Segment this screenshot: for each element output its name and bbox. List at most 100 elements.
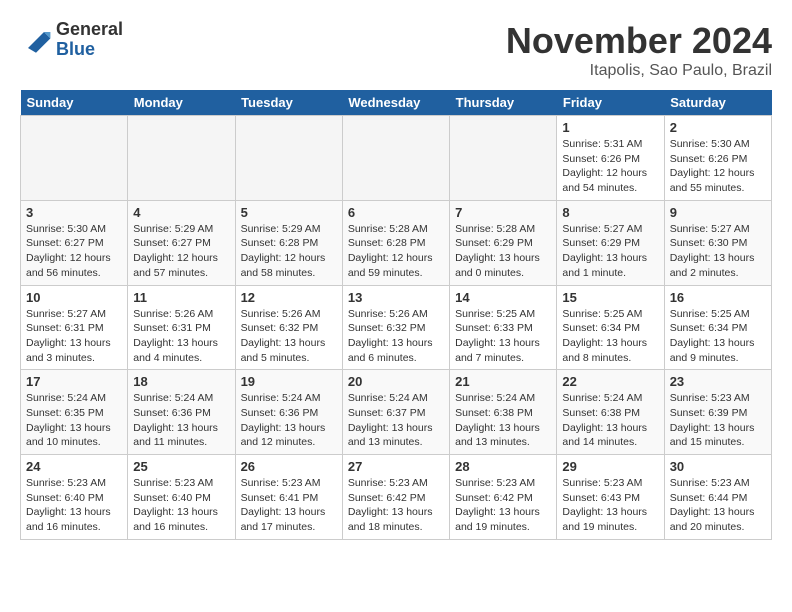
calendar-cell: [21, 116, 128, 201]
calendar-cell: [235, 116, 342, 201]
day-number: 17: [26, 374, 122, 389]
calendar-cell: 13 Sunrise: 5:26 AMSunset: 6:32 PMDayligh…: [342, 285, 449, 370]
calendar-cell: 7 Sunrise: 5:28 AMSunset: 6:29 PMDaylight…: [450, 200, 557, 285]
weekday-header-sunday: Sunday: [21, 90, 128, 116]
day-number: 12: [241, 290, 337, 305]
day-number: 28: [455, 459, 551, 474]
calendar-cell: 16 Sunrise: 5:25 AMSunset: 6:34 PMDayligh…: [664, 285, 771, 370]
calendar-cell: 25 Sunrise: 5:23 AMSunset: 6:40 PMDayligh…: [128, 455, 235, 540]
day-info: Sunrise: 5:30 AMSunset: 6:26 PMDaylight:…: [670, 137, 766, 196]
day-number: 11: [133, 290, 229, 305]
day-info: Sunrise: 5:27 AMSunset: 6:29 PMDaylight:…: [562, 222, 658, 281]
calendar-cell: 21 Sunrise: 5:24 AMSunset: 6:38 PMDayligh…: [450, 370, 557, 455]
day-number: 2: [670, 120, 766, 135]
logo-general: General: [56, 20, 123, 40]
calendar-cell: 23 Sunrise: 5:23 AMSunset: 6:39 PMDayligh…: [664, 370, 771, 455]
calendar-cell: 27 Sunrise: 5:23 AMSunset: 6:42 PMDayligh…: [342, 455, 449, 540]
calendar-cell: 15Sunrise: 5:25 AMSunset: 6:34 PMDayligh…: [557, 285, 664, 370]
weekday-header-friday: Friday: [557, 90, 664, 116]
weekday-header-wednesday: Wednesday: [342, 90, 449, 116]
day-number: 10: [26, 290, 122, 305]
day-info: Sunrise: 5:31 AMSunset: 6:26 PMDaylight:…: [562, 137, 658, 196]
calendar-cell: [128, 116, 235, 201]
day-number: 20: [348, 374, 444, 389]
calendar-cell: [342, 116, 449, 201]
location: Itapolis, Sao Paulo, Brazil: [506, 62, 772, 80]
calendar-cell: 3Sunrise: 5:30 AMSunset: 6:27 PMDaylight…: [21, 200, 128, 285]
calendar-cell: 1 Sunrise: 5:31 AMSunset: 6:26 PMDaylight…: [557, 116, 664, 201]
calendar-week-row: 17 Sunrise: 5:24 AMSunset: 6:35 PMDayligh…: [21, 370, 772, 455]
calendar-cell: 24 Sunrise: 5:23 AMSunset: 6:40 PMDayligh…: [21, 455, 128, 540]
day-number: 22: [562, 374, 658, 389]
day-info: Sunrise: 5:23 AMSunset: 6:39 PMDaylight:…: [670, 391, 766, 450]
calendar-cell: 14 Sunrise: 5:25 AMSunset: 6:33 PMDayligh…: [450, 285, 557, 370]
calendar-cell: 8Sunrise: 5:27 AMSunset: 6:29 PMDaylight…: [557, 200, 664, 285]
logo-text: General Blue: [56, 20, 123, 60]
day-info: Sunrise: 5:29 AMSunset: 6:27 PMDaylight:…: [133, 222, 229, 281]
day-info: Sunrise: 5:23 AMSunset: 6:40 PMDaylight:…: [133, 476, 229, 535]
day-info: Sunrise: 5:24 AMSunset: 6:38 PMDaylight:…: [562, 391, 658, 450]
calendar-cell: 10 Sunrise: 5:27 AMSunset: 6:31 PMDayligh…: [21, 285, 128, 370]
day-info: Sunrise: 5:26 AMSunset: 6:31 PMDaylight:…: [133, 307, 229, 366]
day-number: 25: [133, 459, 229, 474]
day-number: 1: [562, 120, 658, 135]
day-number: 3: [26, 205, 122, 220]
day-number: 19: [241, 374, 337, 389]
day-number: 23: [670, 374, 766, 389]
calendar-cell: 5Sunrise: 5:29 AMSunset: 6:28 PMDaylight…: [235, 200, 342, 285]
month-title: November 2024: [506, 20, 772, 62]
calendar-cell: 17 Sunrise: 5:24 AMSunset: 6:35 PMDayligh…: [21, 370, 128, 455]
logo-icon: [20, 24, 52, 56]
day-info: Sunrise: 5:23 AMSunset: 6:40 PMDaylight:…: [26, 476, 122, 535]
day-number: 16: [670, 290, 766, 305]
day-number: 4: [133, 205, 229, 220]
day-number: 26: [241, 459, 337, 474]
day-number: 7: [455, 205, 551, 220]
day-info: Sunrise: 5:23 AMSunset: 6:41 PMDaylight:…: [241, 476, 337, 535]
calendar-cell: 29 Sunrise: 5:23 AMSunset: 6:43 PMDayligh…: [557, 455, 664, 540]
weekday-header-row: SundayMondayTuesdayWednesdayThursdayFrid…: [21, 90, 772, 116]
calendar-table: SundayMondayTuesdayWednesdayThursdayFrid…: [20, 90, 772, 540]
day-info: Sunrise: 5:27 AMSunset: 6:31 PMDaylight:…: [26, 307, 122, 366]
calendar-cell: 22 Sunrise: 5:24 AMSunset: 6:38 PMDayligh…: [557, 370, 664, 455]
calendar-cell: 20Sunrise: 5:24 AMSunset: 6:37 PMDayligh…: [342, 370, 449, 455]
weekday-header-tuesday: Tuesday: [235, 90, 342, 116]
day-number: 24: [26, 459, 122, 474]
day-info: Sunrise: 5:23 AMSunset: 6:43 PMDaylight:…: [562, 476, 658, 535]
weekday-header-thursday: Thursday: [450, 90, 557, 116]
day-number: 29: [562, 459, 658, 474]
calendar-cell: 30 Sunrise: 5:23 AMSunset: 6:44 PMDayligh…: [664, 455, 771, 540]
calendar-cell: 19Sunrise: 5:24 AMSunset: 6:36 PMDayligh…: [235, 370, 342, 455]
day-number: 5: [241, 205, 337, 220]
calendar-cell: 18Sunrise: 5:24 AMSunset: 6:36 PMDayligh…: [128, 370, 235, 455]
calendar-week-row: 3Sunrise: 5:30 AMSunset: 6:27 PMDaylight…: [21, 200, 772, 285]
day-number: 6: [348, 205, 444, 220]
day-number: 30: [670, 459, 766, 474]
day-info: Sunrise: 5:23 AMSunset: 6:44 PMDaylight:…: [670, 476, 766, 535]
day-info: Sunrise: 5:25 AMSunset: 6:34 PMDaylight:…: [670, 307, 766, 366]
day-info: Sunrise: 5:24 AMSunset: 6:38 PMDaylight:…: [455, 391, 551, 450]
page-header: General Blue November 2024 Itapolis, Sao…: [20, 20, 772, 80]
day-info: Sunrise: 5:28 AMSunset: 6:28 PMDaylight:…: [348, 222, 444, 281]
day-info: Sunrise: 5:28 AMSunset: 6:29 PMDaylight:…: [455, 222, 551, 281]
day-info: Sunrise: 5:26 AMSunset: 6:32 PMDaylight:…: [348, 307, 444, 366]
title-block: November 2024 Itapolis, Sao Paulo, Brazi…: [506, 20, 772, 80]
day-info: Sunrise: 5:25 AMSunset: 6:33 PMDaylight:…: [455, 307, 551, 366]
calendar-week-row: 24 Sunrise: 5:23 AMSunset: 6:40 PMDayligh…: [21, 455, 772, 540]
calendar-week-row: 10 Sunrise: 5:27 AMSunset: 6:31 PMDayligh…: [21, 285, 772, 370]
calendar-week-row: 1 Sunrise: 5:31 AMSunset: 6:26 PMDaylight…: [21, 116, 772, 201]
calendar-cell: 26 Sunrise: 5:23 AMSunset: 6:41 PMDayligh…: [235, 455, 342, 540]
day-number: 14: [455, 290, 551, 305]
calendar-cell: 28Sunrise: 5:23 AMSunset: 6:42 PMDayligh…: [450, 455, 557, 540]
day-number: 21: [455, 374, 551, 389]
day-info: Sunrise: 5:27 AMSunset: 6:30 PMDaylight:…: [670, 222, 766, 281]
day-info: Sunrise: 5:23 AMSunset: 6:42 PMDaylight:…: [348, 476, 444, 535]
day-info: Sunrise: 5:24 AMSunset: 6:35 PMDaylight:…: [26, 391, 122, 450]
day-number: 18: [133, 374, 229, 389]
weekday-header-monday: Monday: [128, 90, 235, 116]
calendar-cell: 4 Sunrise: 5:29 AMSunset: 6:27 PMDaylight…: [128, 200, 235, 285]
day-number: 27: [348, 459, 444, 474]
calendar-cell: 9Sunrise: 5:27 AMSunset: 6:30 PMDaylight…: [664, 200, 771, 285]
calendar-cell: 6 Sunrise: 5:28 AMSunset: 6:28 PMDaylight…: [342, 200, 449, 285]
day-number: 13: [348, 290, 444, 305]
